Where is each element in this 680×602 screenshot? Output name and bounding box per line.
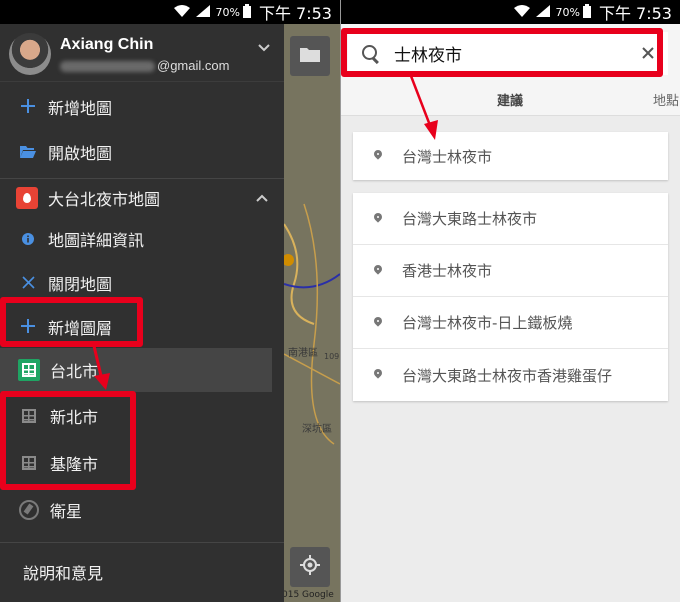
highlight-box-add-layer xyxy=(0,297,143,347)
add-map-label: 新增地圖 xyxy=(48,99,113,118)
account-header[interactable]: Axiang Chin @gmail.com xyxy=(0,24,284,82)
place-pin-icon xyxy=(372,265,384,277)
signal-icon xyxy=(195,4,210,20)
battery-icon xyxy=(582,3,591,21)
map-details-item[interactable]: 地圖詳細資訊 xyxy=(0,217,284,261)
left-screen: 70% 下午 7:53 南港區 109 深坑區 015 Google Axian… xyxy=(0,0,340,602)
place-pin-icon xyxy=(372,317,384,329)
clock: 下午 7:53 xyxy=(258,4,332,23)
close-map-label: 關閉地圖 xyxy=(48,275,113,294)
folder-open-icon xyxy=(18,143,38,162)
chevron-down-icon[interactable] xyxy=(258,40,270,56)
list-item[interactable]: 台灣大東路士林夜市香港雞蛋仔 xyxy=(353,349,668,401)
close-icon xyxy=(18,274,38,293)
list-item[interactable]: 台灣大東路士林夜市 xyxy=(353,193,668,245)
place-pin-icon xyxy=(372,213,384,225)
satellite-label: 衛星 xyxy=(50,502,83,521)
result-label: 台灣士林夜市-日上鐵板燒 xyxy=(402,314,573,332)
help-feedback-item[interactable]: 說明和意見 xyxy=(23,560,103,584)
open-map-item[interactable]: 開啟地圖 xyxy=(0,130,284,174)
map-pin-icon xyxy=(16,187,38,209)
place-pin-icon xyxy=(372,150,384,162)
layer-item-taipei[interactable]: 台北市 xyxy=(0,348,272,392)
search-tabs: 建議 地點 xyxy=(341,80,680,116)
map-view[interactable]: 南港區 109 深坑區 015 Google xyxy=(282,24,340,602)
wifi-icon xyxy=(173,4,190,20)
list-item[interactable]: 台灣士林夜市 xyxy=(353,132,668,180)
chevron-up-icon[interactable] xyxy=(256,190,268,206)
satellite-item[interactable]: 衛星 xyxy=(0,488,284,532)
add-map-item[interactable]: 新增地圖 xyxy=(0,85,284,129)
battery-percent: 70% xyxy=(555,5,580,19)
map-title: 大台北夜市地圖 xyxy=(48,190,161,209)
my-location-button[interactable] xyxy=(290,547,330,587)
open-map-label: 開啟地圖 xyxy=(48,144,113,163)
drawer-divider xyxy=(0,542,284,543)
crosshair-icon xyxy=(300,555,320,579)
tab-suggestions[interactable]: 建議 xyxy=(497,90,523,109)
map-label-road: 109 xyxy=(324,352,340,361)
satellite-icon xyxy=(19,500,39,520)
annotation-arrow xyxy=(92,345,110,390)
place-pin-icon xyxy=(372,369,384,381)
highlight-box-search xyxy=(341,28,663,77)
folder-button[interactable] xyxy=(290,36,330,76)
map-copyright: 015 Google xyxy=(282,590,334,600)
folder-icon xyxy=(300,46,320,66)
results-card: 台灣大東路士林夜市 香港士林夜市 台灣士林夜市-日上鐵板燒 台灣大東路士林夜市香… xyxy=(353,193,668,401)
info-icon xyxy=(18,230,38,249)
plus-icon xyxy=(18,98,38,117)
result-label: 台灣大東路士林夜市香港雞蛋仔 xyxy=(402,366,613,385)
tab-places[interactable]: 地點 xyxy=(653,90,679,109)
list-item[interactable]: 香港士林夜市 xyxy=(353,245,668,297)
annotation-arrow xyxy=(409,75,438,140)
map-roads xyxy=(284,24,340,602)
battery-icon xyxy=(242,3,251,21)
clock: 下午 7:53 xyxy=(598,4,672,23)
avatar xyxy=(9,33,51,75)
email-redaction xyxy=(60,61,155,73)
status-bar: 70% 下午 7:53 xyxy=(341,0,680,24)
highlight-box-layers xyxy=(0,391,136,490)
account-email: @gmail.com xyxy=(60,58,229,73)
top-result-card: 台灣士林夜市 xyxy=(353,132,668,180)
result-label: 香港士林夜市 xyxy=(402,262,493,280)
wifi-icon xyxy=(513,4,530,20)
battery-percent: 70% xyxy=(215,5,240,19)
spreadsheet-icon xyxy=(18,359,40,381)
account-name: Axiang Chin xyxy=(60,36,154,53)
signal-icon xyxy=(535,4,550,20)
right-screen: 70% 下午 7:53 士林夜市 建議 地點 台灣士林夜市 台灣大東路士林夜市 xyxy=(341,0,680,602)
map-label-shenkeng: 深坑區 xyxy=(302,424,332,435)
map-details-label: 地圖詳細資訊 xyxy=(48,231,145,250)
map-label-nangang: 南港區 xyxy=(288,348,318,359)
map-group-header[interactable]: 大台北夜市地圖 xyxy=(0,176,284,220)
status-bar: 70% 下午 7:53 xyxy=(0,0,340,24)
list-item[interactable]: 台灣士林夜市-日上鐵板燒 xyxy=(353,297,668,349)
result-label: 台灣大東路士林夜市 xyxy=(402,210,538,228)
